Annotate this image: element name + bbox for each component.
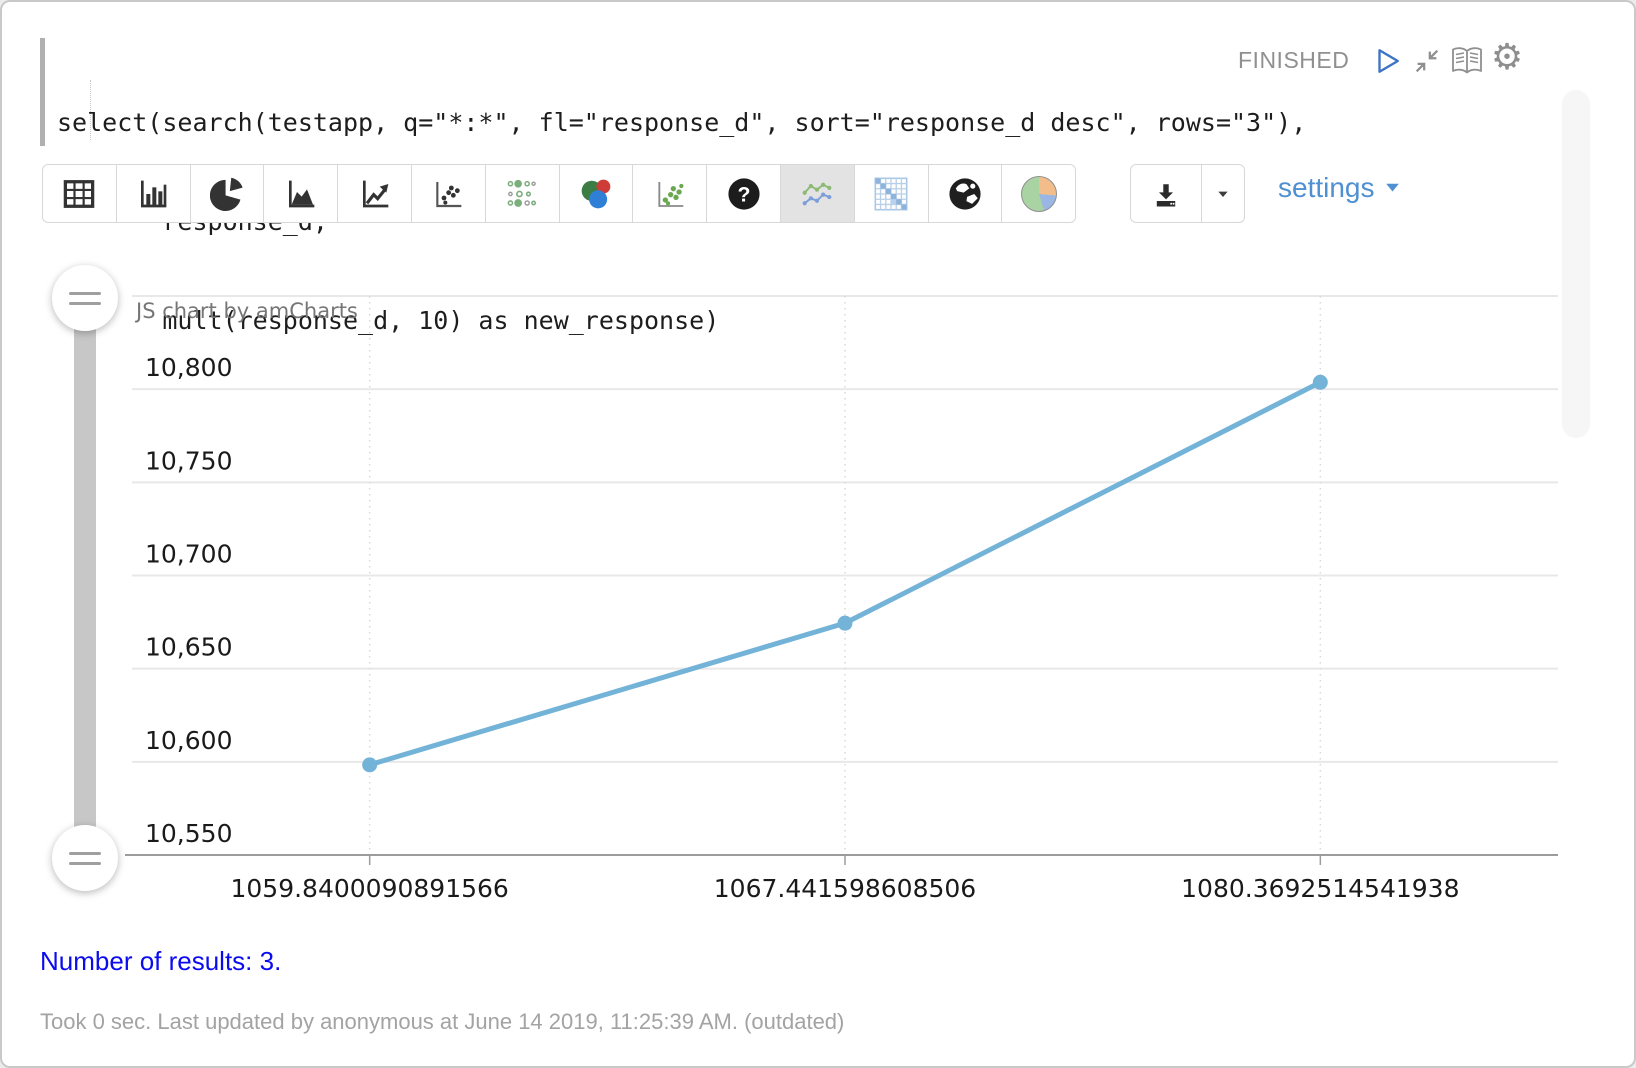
zeppelin-paragraph: select(search(testapp, q="*:*", fl="resp… xyxy=(0,0,1636,1068)
y-axis-label: 10,550 xyxy=(145,819,232,848)
collapse-icon[interactable] xyxy=(1410,44,1444,78)
data-point[interactable] xyxy=(1313,375,1328,390)
y-axis-label: 10,600 xyxy=(145,726,232,755)
scatter-plot-icon[interactable] xyxy=(411,164,486,223)
editor-gutter xyxy=(40,38,45,146)
visualization-toolbar: ? xyxy=(42,164,1076,223)
heatmap-icon[interactable] xyxy=(854,164,929,223)
pie-pastel-icon[interactable] xyxy=(1001,164,1076,223)
area-chart-icon[interactable] xyxy=(263,164,338,223)
download-group xyxy=(1130,164,1245,223)
results-summary: Number of results: 3. xyxy=(40,946,281,977)
multi-line-chart-icon[interactable] xyxy=(780,164,855,223)
scatter-green-icon[interactable] xyxy=(632,164,707,223)
download-dropdown-button[interactable] xyxy=(1201,164,1245,223)
resize-handle-top[interactable] xyxy=(52,265,118,331)
bar-chart-icon[interactable] xyxy=(116,164,191,223)
x-axis-label: 1059.8400090891566 xyxy=(230,874,508,903)
play-icon[interactable] xyxy=(1370,44,1404,78)
globe-icon[interactable] xyxy=(928,164,1003,223)
pie-chart-icon[interactable] xyxy=(190,164,265,223)
amchart-plot[interactable]: 10,550 10,600 10,650 10,700 10,750 10,800 1059… xyxy=(2,232,1636,922)
settings-label: settings xyxy=(1278,172,1375,204)
x-axis-label: 1080.3692514541938 xyxy=(1181,874,1459,903)
code-line[interactable]: select(search(testapp, q="*:*", fl="resp… xyxy=(57,106,1306,139)
y-axis-label: 10,700 xyxy=(145,540,232,569)
venn-diagram-icon[interactable] xyxy=(559,164,634,223)
download-button[interactable] xyxy=(1130,164,1202,223)
series-line xyxy=(370,382,1321,765)
bubble-grid-icon[interactable] xyxy=(485,164,560,223)
svg-text:?: ? xyxy=(737,182,750,206)
data-point[interactable] xyxy=(362,757,377,772)
y-axis-label: 10,800 xyxy=(145,353,232,382)
scrollbar[interactable] xyxy=(1562,90,1590,438)
chevron-down-icon xyxy=(1384,181,1401,195)
table-icon[interactable] xyxy=(42,164,117,223)
resize-track xyxy=(74,298,96,858)
resize-handle-bottom[interactable] xyxy=(52,825,118,891)
line-chart-icon[interactable] xyxy=(337,164,412,223)
y-axis-label: 10,650 xyxy=(145,633,232,662)
gear-icon[interactable]: ⚙ xyxy=(1490,40,1524,74)
settings-link[interactable]: settings xyxy=(1278,172,1401,204)
status-badge: FINISHED xyxy=(1228,44,1359,77)
x-axis-label: 1067.441598608506 xyxy=(714,874,976,903)
paragraph-info: Took 0 sec. Last updated by anonymous at… xyxy=(40,1009,844,1035)
download-icon xyxy=(1153,181,1179,207)
amcharts-watermark: JS chart by amCharts xyxy=(136,299,358,323)
help-icon[interactable]: ? xyxy=(706,164,781,223)
y-axis-label: 10,750 xyxy=(145,446,232,475)
data-point[interactable] xyxy=(838,616,853,631)
chevron-down-icon xyxy=(1215,186,1231,202)
book-icon[interactable] xyxy=(1450,44,1484,78)
